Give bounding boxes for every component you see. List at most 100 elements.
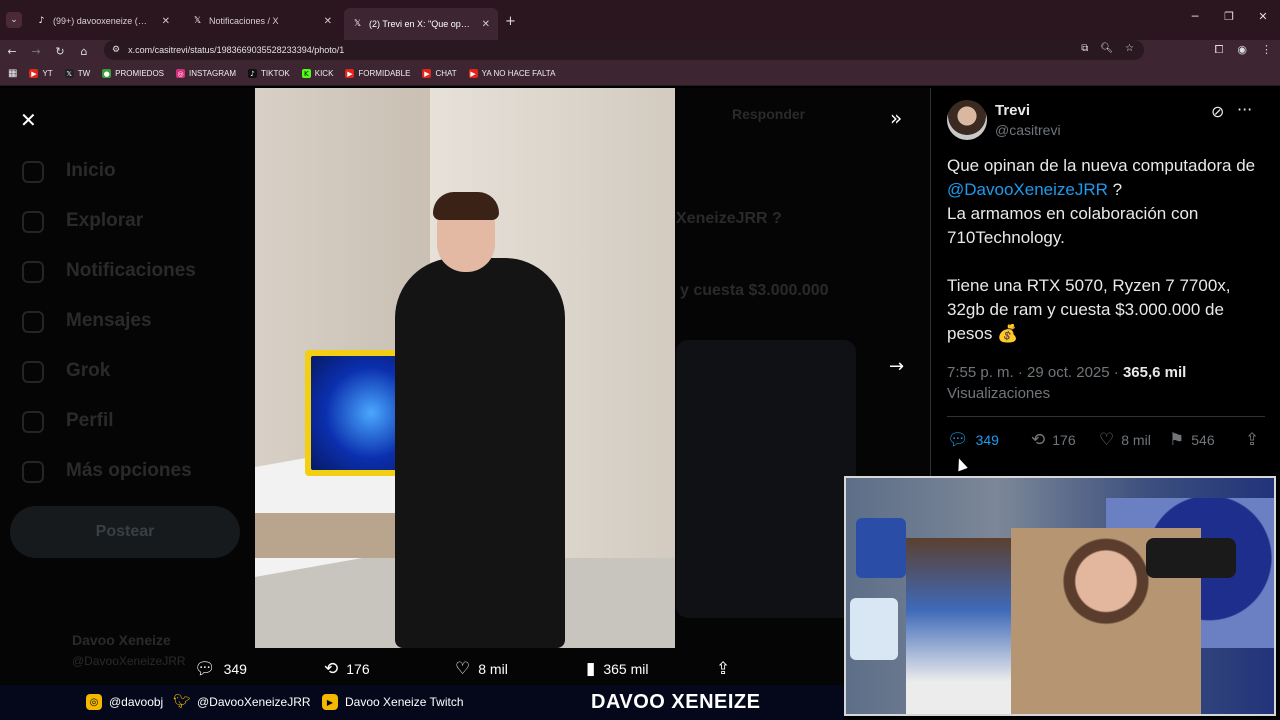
bookmark-label: CHAT: [435, 69, 457, 78]
extensions-icon[interactable]: ⧠: [1215, 43, 1224, 57]
bookmark-ya-no-hace-falta[interactable]: ▶ YA NO HACE FALTA: [468, 69, 555, 78]
reply-count: 349: [223, 661, 247, 677]
streamer-brand: DAVOO XENEIZE: [591, 691, 761, 713]
close-tab-icon[interactable]: ✕: [482, 19, 490, 30]
twitter-handle: @DavooXeneizeJRR: [197, 695, 311, 709]
bookmark-yt[interactable]: ▶ YT: [29, 69, 53, 78]
bookmark-star-icon[interactable]: ☆: [1125, 43, 1134, 54]
tab-notificaciones[interactable]: 𝕏 Notificaciones / X ✕: [184, 10, 340, 32]
photo-views-button[interactable]: ▮ 365 mil: [586, 659, 649, 679]
tweet-panel: Trevi @casitrevi ⊘ ··· Que opinan de la …: [930, 88, 1280, 478]
mention-link[interactable]: @DavooXeneizeJRR: [947, 180, 1108, 199]
next-photo-icon[interactable]: →: [889, 356, 904, 377]
share-icon: ⇪: [716, 659, 731, 679]
views-chart-icon: ▮: [586, 659, 596, 679]
bookmarks-bar: ▦ ▶ YT 𝕏 TW ● PROMIEDOS ◎ INSTAGRAM ♪ TIKTOK …: [0, 62, 1280, 86]
forward-icon[interactable]: →: [24, 45, 48, 58]
social-twitter: 🐦︎ @DavooXeneizeJRR: [173, 694, 311, 710]
menu-icon[interactable]: ⋮: [1261, 43, 1272, 57]
nav-inicio: Inicio: [66, 160, 116, 181]
like-button[interactable]: ♡ 8 mil: [1099, 430, 1151, 450]
webcam-jersey-blue: [856, 518, 906, 578]
bookmark-chat[interactable]: ▶ CHAT: [422, 69, 457, 78]
tab-label: (2) Trevi en X: "Que opinan de l: [369, 19, 472, 29]
bookmark-label: TW: [77, 69, 91, 78]
new-tab-button[interactable]: +: [505, 14, 516, 29]
x-icon: 𝕏: [64, 69, 74, 78]
browser-tab-strip: ⌄ ♪ (99+) davooxeneize (@davooxe ✕ 𝕏 Not…: [0, 0, 1280, 40]
bookmark-formidable[interactable]: ▶ FORMIDABLE: [345, 69, 410, 78]
back-icon[interactable]: ←: [0, 45, 24, 58]
minimize-icon[interactable]: ─: [1178, 10, 1212, 23]
zoom-icon[interactable]: 🔍︎: [1100, 43, 1113, 54]
user-name[interactable]: Trevi: [995, 102, 1030, 119]
bookmark-count: 546: [1191, 432, 1215, 448]
webcam-jersey-white: [850, 598, 898, 660]
bookmark-instagram[interactable]: ◎ INSTAGRAM: [176, 69, 236, 78]
stream-social-strip: ◎ @davoobj 🐦︎ @DavooXeneizeJRR ▶ Davoo X…: [0, 685, 844, 720]
webcam-painting: [906, 538, 1016, 714]
mail-icon: [22, 311, 44, 333]
bookmark-kick[interactable]: K KICK: [301, 69, 334, 78]
x-icon: 𝕏: [193, 16, 202, 26]
grok-icon[interactable]: ⊘: [1211, 102, 1224, 121]
share-button[interactable]: ⇪: [1245, 430, 1259, 450]
youtube-icon: ▶: [422, 69, 432, 78]
collapse-panel-icon[interactable]: »: [890, 106, 902, 130]
tab-tiktok[interactable]: ♪ (99+) davooxeneize (@davooxe ✕: [28, 10, 178, 32]
bookmark-label: TIKTOK: [261, 69, 290, 78]
tweet-text-part: ?: [1107, 180, 1123, 199]
address-bar[interactable]: ⚙ x.com/casitrevi/status/198366903552823…: [104, 40, 1144, 60]
account-name-ghost: Davoo Xeneize: [72, 632, 171, 648]
nav-mensajes: Mensajes: [66, 310, 152, 331]
divider: [947, 416, 1265, 417]
tweet-photo[interactable]: [255, 88, 675, 648]
reply-label-ghost: Responder: [732, 106, 806, 122]
bookmark-tw[interactable]: 𝕏 TW: [64, 69, 91, 78]
tweet-timestamp[interactable]: 7:55 p. m. · 29 oct. 2025 ·: [947, 364, 1123, 381]
nav-notificaciones: Notificaciones: [66, 260, 196, 281]
close-icon[interactable]: ✕: [20, 108, 37, 132]
repost-count: 176: [1052, 432, 1076, 448]
photo-repost-button[interactable]: ⟲ 176: [324, 659, 370, 679]
twitter-bird-icon: 🐦︎: [173, 694, 191, 710]
photo-reply-button[interactable]: 💬︎ 349: [194, 659, 247, 679]
instagram-handle: @davoobj: [109, 695, 164, 709]
tab-search-icon[interactable]: ⌄: [6, 12, 22, 28]
twitch-name: Davoo Xeneize Twitch: [345, 695, 464, 709]
tweet-meta: 7:55 p. m. · 29 oct. 2025 · 365,6 mil Vi…: [947, 362, 1267, 404]
install-app-icon[interactable]: ⧉: [1081, 43, 1088, 54]
home-icon[interactable]: ⌂: [72, 45, 96, 58]
close-tab-icon[interactable]: ✕: [162, 16, 170, 27]
youtube-icon: ▶: [322, 694, 338, 710]
user-handle[interactable]: @casitrevi: [995, 122, 1061, 138]
search-icon: [22, 211, 44, 233]
reply-button[interactable]: 💬︎ 349: [947, 430, 999, 450]
profile-icon[interactable]: ◉: [1237, 43, 1247, 57]
restore-icon[interactable]: ❐: [1212, 10, 1246, 23]
nav-grok: Grok: [66, 360, 111, 381]
nav-mas-opciones: Más opciones: [66, 460, 192, 481]
bookmark-label: KICK: [314, 69, 334, 78]
avatar[interactable]: [947, 100, 987, 140]
url-text[interactable]: x.com/casitrevi/status/19836690355282333…: [128, 45, 344, 55]
tweet-text-part: Que opinan de la nueva computadora de: [947, 156, 1256, 175]
bookmark-promiedos[interactable]: ● PROMIEDOS: [102, 69, 164, 78]
site-info-icon[interactable]: ⚙: [112, 45, 120, 55]
bookmark-tiktok[interactable]: ♪ TIKTOK: [248, 69, 290, 78]
tweet-views-count: 365,6 mil: [1122, 364, 1187, 381]
reload-icon[interactable]: ↻: [48, 45, 72, 58]
bookmark-button[interactable]: ⚑ 546: [1169, 430, 1215, 450]
screen: ⌄ ♪ (99+) davooxeneize (@davooxe ✕ 𝕏 Not…: [0, 0, 1280, 720]
repost-icon: ⟲: [324, 659, 339, 679]
close-window-icon[interactable]: ✕: [1246, 10, 1280, 23]
tweet-line-1: Que opinan de la nueva computadora de @D…: [947, 154, 1265, 202]
tab-trevi-post[interactable]: 𝕏 (2) Trevi en X: "Que opinan de l ✕: [344, 8, 498, 40]
repost-button[interactable]: ⟲ 176: [1031, 430, 1076, 450]
photo-like-button[interactable]: ♡ 8 mil: [455, 659, 508, 679]
more-icon[interactable]: ···: [1237, 100, 1252, 119]
photo-share-button[interactable]: ⇪: [716, 659, 730, 679]
apps-grid-icon[interactable]: ▦: [8, 68, 17, 79]
close-tab-icon[interactable]: ✕: [324, 16, 332, 27]
